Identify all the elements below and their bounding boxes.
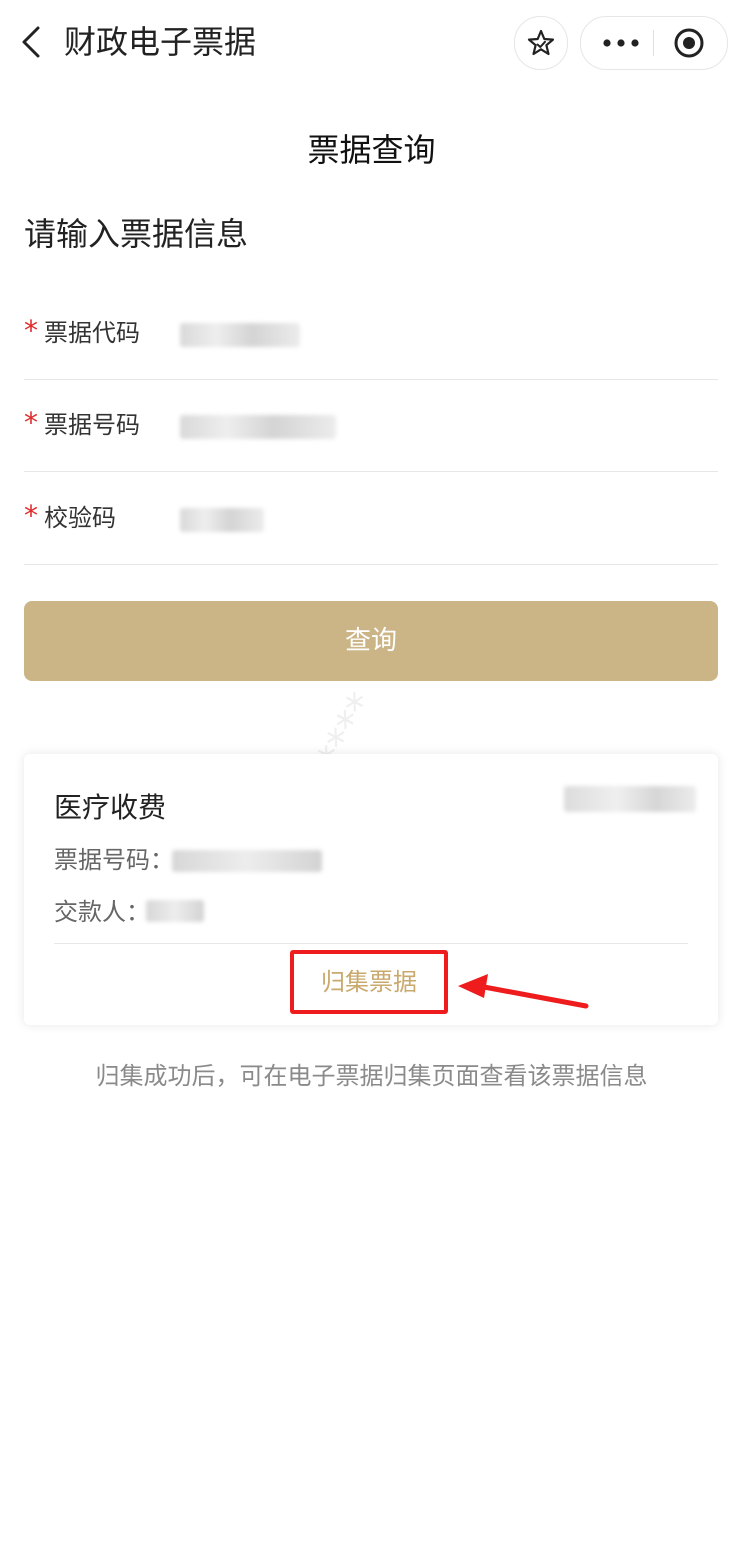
- required-mark: *: [24, 499, 38, 532]
- result-card-title: 医疗收费: [54, 791, 167, 824]
- back-chevron-icon[interactable]: [14, 22, 54, 62]
- result-card: 医疗收费 票据号码： 交款人： 归集票据: [24, 754, 718, 1025]
- invoice-number-label: 票据号码：: [54, 846, 174, 874]
- invoice-number-field[interactable]: * 票据号码: [24, 379, 718, 472]
- page: ********** 财政电子票据 票据查询 请输入票据信息: [0, 0, 743, 1543]
- required-mark: *: [24, 406, 38, 439]
- invoice-code-field[interactable]: * 票据代码: [24, 287, 718, 380]
- result-date-redacted: [564, 786, 696, 812]
- check-code-value-redacted[interactable]: [180, 508, 264, 532]
- required-mark: *: [24, 314, 38, 347]
- invoice-number-row: 票据号码：: [54, 842, 174, 878]
- payer-value-redacted: [146, 900, 204, 922]
- card-divider: [54, 943, 688, 944]
- check-code-label: 校验码: [44, 504, 116, 532]
- query-button[interactable]: 查询: [24, 601, 718, 681]
- section-title: 请输入票据信息: [24, 215, 249, 253]
- annotation-arrow-icon: [458, 974, 589, 1009]
- page-title: 票据查询: [307, 131, 436, 169]
- invoice-code-label: 票据代码: [44, 319, 140, 347]
- nav-title: 财政电子票据: [64, 23, 257, 61]
- check-code-field[interactable]: * 校验码: [24, 472, 718, 565]
- invoice-number-label: 票据号码: [44, 411, 140, 439]
- payer-label: 交款人：: [54, 898, 150, 926]
- invoice-number-value-redacted: [172, 850, 322, 872]
- invoice-number-value-redacted[interactable]: [180, 415, 336, 439]
- collect-invoice-button[interactable]: 归集票据: [290, 950, 448, 1014]
- favorite-button[interactable]: [514, 16, 568, 70]
- star-icon: [527, 29, 555, 56]
- close-target-icon[interactable]: [673, 27, 705, 59]
- invoice-code-value-redacted[interactable]: [180, 323, 300, 347]
- mini-program-capsule: [580, 16, 728, 70]
- nav-bar: 财政电子票据: [0, 0, 743, 86]
- capsule-divider: [653, 30, 654, 56]
- collect-hint-text: 归集成功后，可在电子票据归集页面查看该票据信息: [95, 1062, 648, 1090]
- payer-row: 交款人：: [54, 894, 150, 930]
- more-dots-icon[interactable]: [601, 35, 641, 51]
